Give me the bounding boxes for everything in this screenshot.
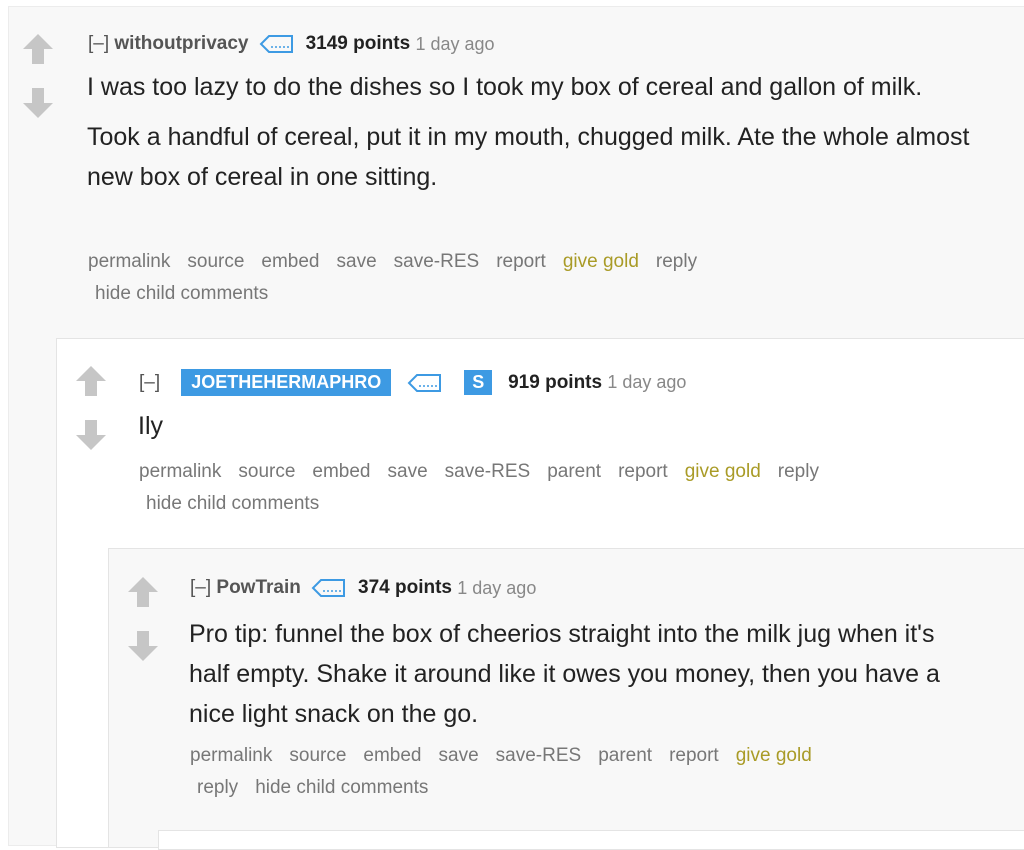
timestamp: 1 day ago [415,33,495,54]
comment-4-partial [158,830,1024,850]
author-link[interactable]: PowTrain [216,577,300,599]
user-tag-icon[interactable] [407,373,443,393]
embed-button[interactable]: embed [261,251,319,272]
downvote-arrow-icon[interactable] [76,420,106,450]
comment-paragraph: Ily [138,412,163,440]
save-res-button[interactable]: save-RES [445,461,531,482]
hide-child-comments-button[interactable]: hide child comments [95,283,268,304]
reply-button[interactable]: reply [778,461,819,482]
upvote-arrow-icon[interactable] [128,577,158,607]
timestamp: 1 day ago [457,577,537,598]
embed-button[interactable]: embed [312,461,370,482]
comment-body: Pro tip: funnel the box of cheerios stra… [189,614,979,734]
give-gold-button[interactable]: give gold [685,461,761,482]
collapse-toggle[interactable]: [–] [190,577,211,599]
author-link[interactable]: withoutprivacy [114,33,248,55]
reply-button[interactable]: reply [197,777,238,798]
user-tag-icon[interactable] [311,578,347,598]
upvote-arrow-icon[interactable] [76,366,106,396]
comment-paragraph: I was too lazy to do the dishes so I too… [87,73,923,101]
source-button[interactable]: source [238,461,295,482]
collapse-toggle[interactable]: [–] [88,33,109,55]
embed-button[interactable]: embed [363,745,421,766]
permalink-button[interactable]: permalink [88,251,170,272]
permalink-button[interactable]: permalink [139,461,221,482]
user-tag-icon[interactable] [259,34,295,54]
report-button[interactable]: report [669,745,719,766]
parent-button[interactable]: parent [598,745,652,766]
comment-actions: permalink source embed save save-RES parent re… [190,740,970,804]
comment-paragraph: Took a handful of cereal, put it in my m… [87,123,970,191]
save-button[interactable]: save [388,461,428,482]
comment-tagline: [–] PowTrain 374 points 1 day ago [190,577,536,599]
comment-tagline: [–] JOETHEHERMAPHRO S 919 points 1 day a… [139,369,686,396]
reply-button[interactable]: reply [656,251,697,272]
report-button[interactable]: report [618,461,668,482]
upvote-arrow-icon[interactable] [23,34,53,64]
score: 3149 points [305,33,411,54]
comment-body: Ily [138,406,998,446]
comment-tagline: [–] withoutprivacy 3149 points 1 day ago [88,33,495,55]
give-gold-button[interactable]: give gold [563,251,639,272]
give-gold-button[interactable]: give gold [736,745,812,766]
save-button[interactable]: save [337,251,377,272]
downvote-arrow-icon[interactable] [23,88,53,118]
source-button[interactable]: source [187,251,244,272]
author-link[interactable]: JOETHEHERMAPHRO [181,369,392,396]
save-res-button[interactable]: save-RES [394,251,480,272]
comment-actions: permalink source embed save save-RES report gi… [88,246,848,310]
parent-button[interactable]: parent [547,461,601,482]
downvote-arrow-icon[interactable] [128,631,158,661]
timestamp: 1 day ago [607,372,687,392]
score: 374 points [358,577,452,598]
hide-child-comments-button[interactable]: hide child comments [255,777,428,798]
score: 919 points [508,371,603,393]
comment-body: I was too lazy to do the dishes so I too… [87,67,997,197]
report-button[interactable]: report [496,251,546,272]
comment-actions: permalink source embed save save-RES parent re… [139,456,999,520]
hide-child-comments-button[interactable]: hide child comments [146,493,319,514]
save-res-button[interactable]: save-RES [496,745,582,766]
collapse-toggle[interactable]: [–] [139,372,160,394]
save-button[interactable]: save [439,745,479,766]
comment-paragraph: Pro tip: funnel the box of cheerios stra… [189,620,940,728]
permalink-button[interactable]: permalink [190,745,272,766]
source-button[interactable]: source [289,745,346,766]
submitter-badge[interactable]: S [464,370,493,395]
